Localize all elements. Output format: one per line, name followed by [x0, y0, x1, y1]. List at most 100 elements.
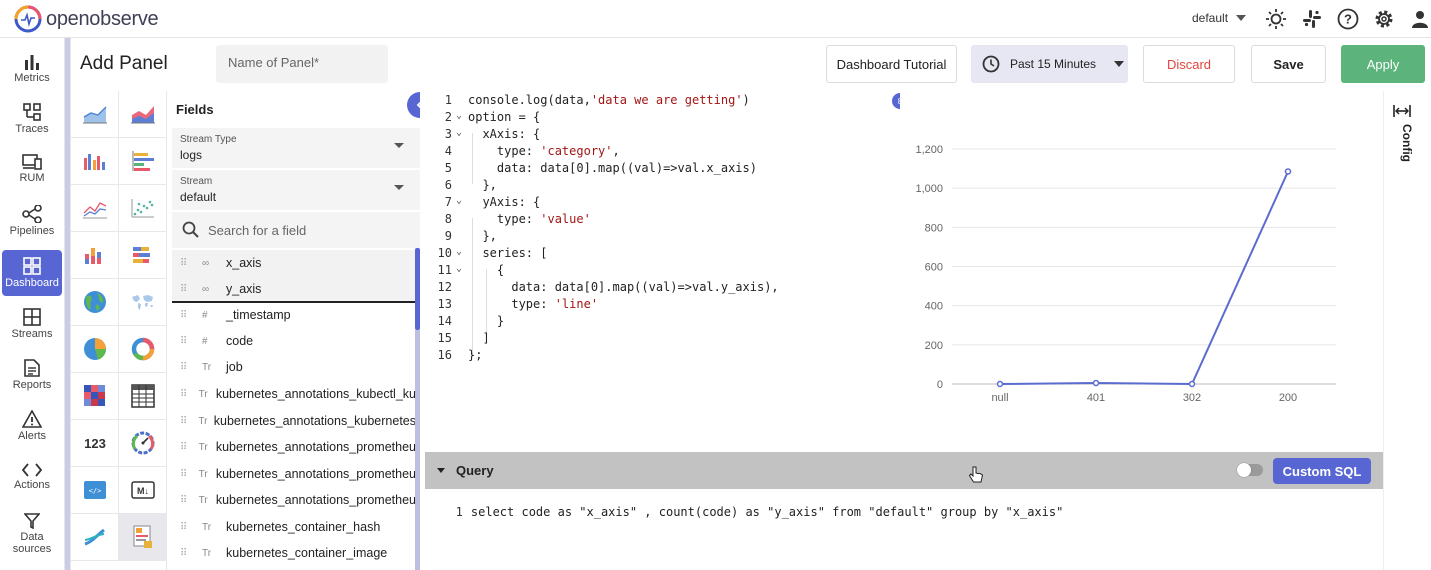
drag-handle-icon[interactable]: ⠿ [180, 522, 190, 533]
chart-type-metric[interactable]: 123 [71, 420, 119, 467]
field-item[interactable]: ⠿ # code [172, 328, 416, 354]
custom-chart-code-editor[interactable]: 1 console.log(data,'data we are getting')… [420, 91, 900, 451]
brand-logo[interactable]: openobserve [14, 5, 159, 33]
drag-handle-icon[interactable]: ⠿ [180, 548, 190, 559]
caret-down-icon[interactable] [437, 468, 445, 473]
user-icon[interactable] [1408, 7, 1431, 31]
chart-type-h-bar[interactable] [119, 138, 167, 185]
chart-type-pie[interactable] [71, 326, 119, 373]
sidebar-item-alerts[interactable]: Alerts [2, 403, 62, 449]
drag-handle-icon[interactable]: ⠿ [180, 442, 187, 453]
save-button[interactable]: Save [1251, 45, 1326, 83]
stream-select[interactable]: Stream default [172, 170, 420, 210]
sidebar-scrollbar[interactable] [65, 38, 70, 570]
chart-type-heatmap[interactable] [71, 373, 119, 420]
config-toggle[interactable]: Config [1400, 124, 1414, 162]
chart-type-table[interactable] [119, 373, 167, 420]
sidebar-item-pipelines[interactable]: Pipelines [2, 198, 62, 244]
field-item[interactable]: ⠿ Tr kubernetes_container_image [172, 540, 416, 566]
dashboard-tutorial-button[interactable]: Dashboard Tutorial [826, 45, 957, 83]
field-item[interactable]: ⠿ Tr job [172, 354, 416, 380]
fold-chevron-icon[interactable]: ⌄ [456, 263, 468, 280]
sidebar-item-reports[interactable]: Reports [2, 352, 62, 398]
sidebar-item-dashboard[interactable]: Dashboard [2, 250, 62, 296]
query-editor[interactable]: 1 select code as "x_axis" , count(code) a… [420, 489, 1383, 570]
field-item[interactable]: ⠿ Tr kubernetes_annotations_kubectl_ku [172, 381, 416, 407]
chart-type-donut[interactable] [119, 326, 167, 373]
custom-sql-toggle[interactable] [1237, 463, 1263, 477]
sidebar-item-streams[interactable]: Streams [2, 301, 62, 347]
drag-handle-icon[interactable]: ⠿ [180, 336, 190, 347]
chart-type-geomap[interactable] [71, 279, 119, 326]
expand-width-icon[interactable] [1393, 104, 1411, 118]
field-item[interactable]: ⠿ Tr kubernetes_annotations_kubernetes [172, 408, 416, 434]
query-toggle[interactable]: Query [456, 463, 494, 478]
chart-type-bar[interactable] [71, 138, 119, 185]
field-item[interactable]: ⠿ Tr kubernetes_annotations_prometheu [172, 461, 416, 487]
field-search-input[interactable]: Search for a field [172, 212, 420, 248]
chart-type-markdown[interactable]: M↓ [119, 467, 167, 514]
settings-icon[interactable] [1372, 7, 1396, 31]
chart-type-line[interactable] [71, 185, 119, 232]
field-item[interactable]: ⠿ Tr kubernetes_annotations_prometheu [172, 487, 416, 513]
discard-button[interactable]: Discard [1143, 45, 1235, 83]
traces-icon [23, 103, 41, 121]
code-text: }, [468, 178, 497, 192]
sidebar-item-rum[interactable]: RUM [2, 146, 62, 192]
field-item[interactable]: ⠿ ∞ y_axis [172, 276, 416, 302]
rum-icon [22, 154, 42, 170]
sidebar-item-metrics[interactable]: Metrics [2, 46, 62, 92]
chart-type-area-stacked[interactable] [119, 91, 167, 138]
code-line: 7 ⌄ yAxis: { [420, 195, 900, 212]
help-icon[interactable]: ? [1336, 7, 1360, 31]
chart-type-sankey[interactable] [119, 514, 167, 561]
chart-type-custom-chart[interactable] [71, 514, 119, 561]
field-item[interactable]: ⠿ ∞ x_axis [172, 250, 416, 276]
custom-sql-button[interactable]: Custom SQL [1273, 458, 1371, 484]
field-name: kubernetes_annotations_kubernetes [213, 414, 416, 428]
drag-handle-icon[interactable]: ⠿ [180, 495, 187, 506]
chart-type-gauge[interactable] [119, 420, 167, 467]
chart-type-area[interactable] [71, 91, 119, 138]
fold-chevron-icon[interactable]: ⌄ [456, 110, 468, 127]
chart-type-h-stacked[interactable] [119, 232, 167, 279]
drag-handle-icon[interactable]: ⠿ [180, 284, 190, 295]
panel-header: Add Panel Name of Panel* Dashboard Tutor… [71, 38, 1431, 91]
fold-chevron-icon[interactable]: ⌄ [456, 246, 468, 263]
panel-name-input[interactable]: Name of Panel* [216, 45, 388, 83]
sidebar-item-data-sources[interactable]: Data sources [2, 508, 62, 560]
fold-chevron-icon [456, 93, 468, 110]
chart-type-scatter[interactable] [119, 185, 167, 232]
line-number: 7 [444, 195, 452, 209]
line-number: 13 [437, 297, 452, 311]
org-selector[interactable]: default [1192, 11, 1247, 25]
query-sql: select code as "x_axis" , count(code) as… [470, 505, 1064, 519]
stream-type-select[interactable]: Stream Type logs [172, 128, 420, 168]
sidebar-item-actions[interactable]: Actions [2, 454, 62, 500]
drag-handle-icon[interactable]: ⠿ [180, 310, 190, 321]
y-tick-label: 600 [925, 262, 943, 274]
fold-chevron-icon[interactable]: ⌄ [456, 127, 468, 144]
field-item[interactable]: ⠿ Tr kubernetes_annotations_prometheu [172, 434, 416, 460]
drag-handle-icon[interactable]: ⠿ [180, 362, 190, 373]
drag-handle-icon[interactable]: ⠿ [180, 469, 187, 480]
drag-handle-icon[interactable]: ⠿ [180, 389, 187, 400]
fold-chevron-icon[interactable]: ⌄ [456, 195, 468, 212]
sidebar-item-label: Traces [15, 123, 49, 135]
sidebar-item-traces[interactable]: Traces [2, 96, 62, 142]
chart-type-maps[interactable] [119, 279, 167, 326]
drag-handle-icon[interactable]: ⠿ [180, 258, 190, 269]
slack-icon[interactable] [1300, 7, 1324, 31]
field-item[interactable]: ⠿ # _timestamp [172, 302, 416, 328]
drag-handle-icon[interactable]: ⠿ [180, 416, 187, 427]
apply-button[interactable]: Apply [1341, 45, 1425, 83]
area-chart-icon [82, 106, 107, 124]
time-range-picker[interactable]: Past 15 Minutes [971, 45, 1128, 83]
stream-label: Stream [180, 176, 213, 187]
fold-chevron-icon [456, 314, 468, 331]
theme-icon[interactable] [1264, 7, 1288, 31]
code-text: series: [ [468, 246, 548, 260]
chart-type-html[interactable]: </> [71, 467, 119, 514]
chart-type-stacked[interactable] [71, 232, 119, 279]
field-item[interactable]: ⠿ Tr kubernetes_container_hash [172, 514, 416, 540]
